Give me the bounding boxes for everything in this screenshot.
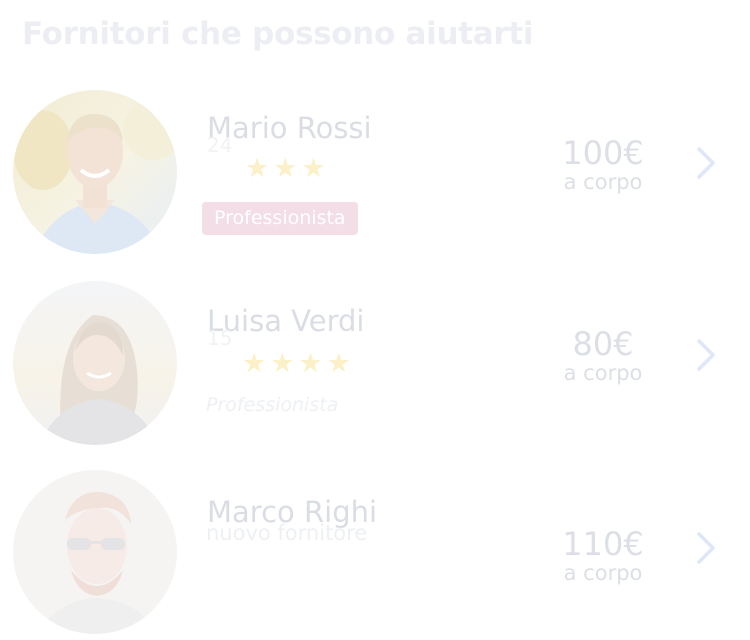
supplier-role: Professionista [206, 394, 339, 416]
price-value: 80€ [572, 325, 634, 363]
review-count: 24 [207, 133, 233, 157]
price-block: 100€ a corpo [548, 135, 658, 193]
supplier-card-marco-righi[interactable]: Marco Righi nuovo fornitore 110€ a corpo [0, 468, 750, 638]
price-block: 80€ a corpo [548, 326, 658, 384]
chevron-right-icon[interactable] [692, 143, 720, 183]
price-unit: a corpo [563, 170, 643, 194]
price-unit: a corpo [563, 561, 643, 585]
supplier-subtitle: nuovo fornitore [206, 521, 368, 545]
suppliers-screen: Fornitori che possono aiutarti Mario Ros… [0, 0, 750, 640]
price-value: 110€ [562, 525, 644, 563]
rating-stars: ★★★★ [242, 348, 355, 379]
avatar-woman-smiling-icon [13, 281, 177, 445]
rating-stars: ★★★ [245, 153, 330, 184]
price-block: 110€ a corpo [548, 526, 658, 584]
price-unit: a corpo [563, 361, 643, 385]
supplier-card-mario-rossi[interactable]: Mario Rossi 24 ★★★ Professionista 100€ a… [0, 85, 750, 255]
chevron-right-icon[interactable] [692, 528, 720, 568]
avatar-man-outdoor-icon [13, 90, 177, 254]
chevron-right-icon[interactable] [692, 335, 720, 375]
supplier-avatar [13, 281, 177, 445]
page-title: Fornitori che possono aiutarti [22, 16, 534, 52]
avatar-man-sunglasses-icon [13, 470, 177, 634]
supplier-card-luisa-verdi[interactable]: Luisa Verdi 15 ★★★★ Professionista 80€ a… [0, 278, 750, 448]
supplier-avatar [13, 470, 177, 634]
review-count: 15 [207, 326, 233, 350]
supplier-avatar [13, 90, 177, 254]
professional-badge: Professionista [202, 202, 358, 235]
price-value: 100€ [562, 134, 644, 172]
